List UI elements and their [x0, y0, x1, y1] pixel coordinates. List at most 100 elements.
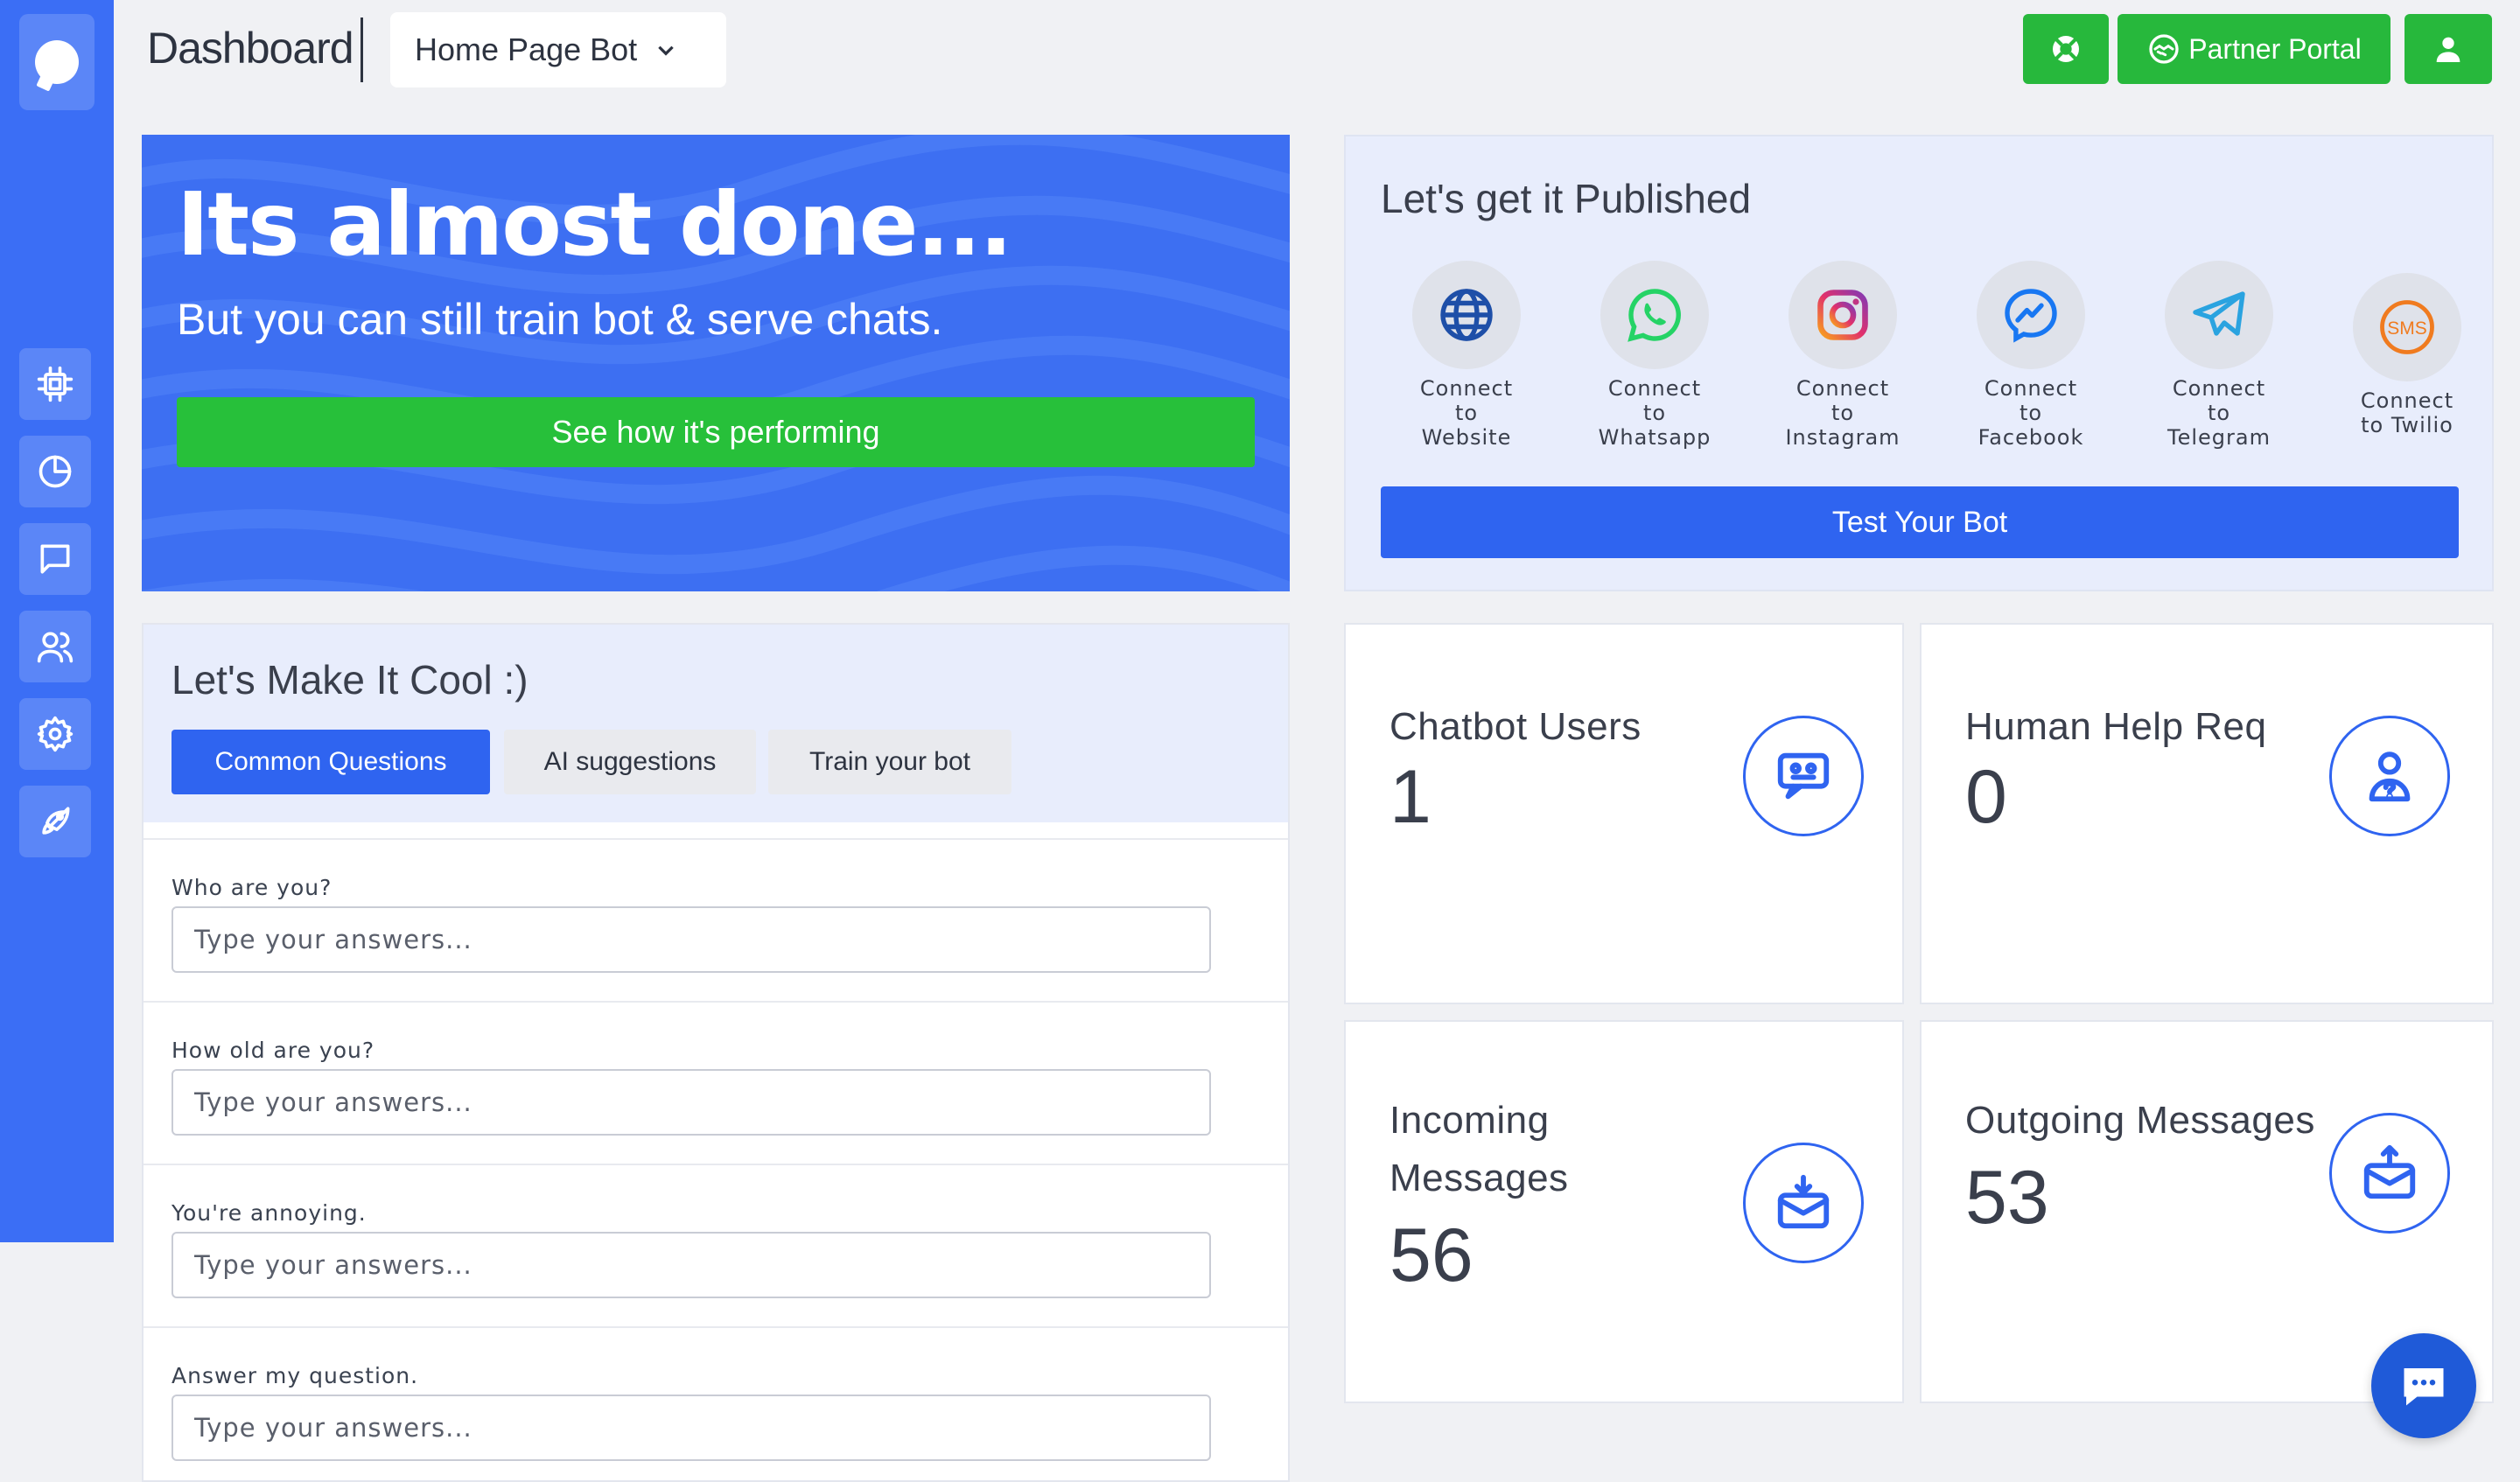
stat-card-human-help: Human Help Req 0: [1920, 623, 2494, 1004]
bot-chat-icon: [1777, 752, 1830, 800]
sidebar-item-analytics[interactable]: [19, 436, 91, 507]
publish-title: Let's get it Published: [1381, 176, 1752, 221]
stat-label: Outgoing Messages: [1965, 1099, 2315, 1142]
whatsapp-icon: [1628, 289, 1681, 342]
sidebar-item-launch[interactable]: [19, 786, 91, 857]
chevron-down-icon: [658, 45, 674, 56]
bot-selector-dropdown[interactable]: Home Page Bot: [390, 12, 726, 87]
sidebar-item-bots[interactable]: [19, 348, 91, 420]
answer-input[interactable]: [172, 1069, 1211, 1136]
connect-twilio[interactable]: SMS Connect to Twilio: [2320, 273, 2495, 437]
svg-text:SMS: SMS: [2387, 318, 2427, 339]
channel-label: Connect to Website: [1419, 376, 1514, 450]
hero-subtitle: But you can still train bot & serve chat…: [177, 295, 943, 344]
question-label: How old are you?: [172, 1038, 375, 1063]
qa-item: Who are you?: [144, 838, 1288, 1001]
inbox-out-icon: [2363, 1144, 2416, 1199]
sidebar: [0, 0, 114, 1242]
sidebar-item-chats[interactable]: [19, 523, 91, 595]
support-button[interactable]: [2023, 14, 2109, 84]
answer-input[interactable]: [172, 906, 1211, 973]
channel-icon-wrap: [1788, 261, 1897, 369]
chat-icon: [40, 544, 70, 574]
stat-label: Human Help Req: [1965, 705, 2267, 748]
connect-whatsapp[interactable]: Connect to Whatsapp: [1567, 261, 1742, 450]
tab-train-bot[interactable]: Train your bot: [768, 730, 1012, 794]
qa-item: How old are you?: [144, 1001, 1288, 1164]
channel-label: Connect to Instagram: [1785, 376, 1900, 450]
bot-selector-label: Home Page Bot: [415, 31, 638, 67]
sidebar-item-users[interactable]: [19, 611, 91, 682]
partner-portal-button[interactable]: Partner Portal: [2118, 14, 2390, 84]
user-icon: [2436, 37, 2460, 62]
connect-facebook[interactable]: Connect to Facebook: [1943, 261, 2118, 450]
stat-icon-wrap: [1743, 716, 1864, 836]
question-label: Who are you?: [172, 875, 332, 900]
connect-website[interactable]: Connect to Website: [1379, 261, 1554, 450]
sms-icon: SMS: [2380, 300, 2434, 354]
stat-card-incoming: Incoming Messages 56: [1344, 1020, 1904, 1403]
stat-card-chatbot-users: Chatbot Users 1: [1344, 623, 1904, 1004]
sidebar-item-settings[interactable]: [19, 698, 91, 770]
user-question-icon: [2369, 751, 2411, 802]
channel-list: Connect to Website Connect to Whatsapp C…: [1363, 261, 2492, 453]
question-label: Answer my question.: [172, 1363, 419, 1388]
app-logo[interactable]: [19, 14, 94, 110]
answer-input[interactable]: [172, 1232, 1211, 1298]
users-icon: [37, 632, 74, 663]
training-card: Let's Make It Cool :) Common Questions A…: [142, 623, 1290, 1482]
hero-title: Its almost done...: [177, 173, 1012, 276]
chat-dots-icon: [2404, 1368, 2444, 1406]
connect-instagram[interactable]: Connect to Instagram: [1755, 261, 1930, 450]
question-label: You're annoying.: [172, 1200, 367, 1226]
see-performance-button[interactable]: See how it's performing: [177, 397, 1255, 467]
stat-icon-wrap: [2329, 716, 2450, 836]
inbox-in-icon: [1777, 1174, 1830, 1229]
instagram-icon: [1817, 290, 1868, 340]
stat-label: Incoming Messages: [1390, 1099, 1569, 1199]
rocket-icon: [42, 807, 70, 835]
profile-button[interactable]: [2404, 14, 2492, 84]
lifebuoy-icon: [2053, 36, 2079, 62]
telegram-icon: [2193, 291, 2245, 336]
handshake-icon: [2149, 34, 2179, 64]
channel-label: Connect to Whatsapp: [1598, 376, 1712, 450]
cpu-icon: [37, 366, 74, 402]
stat-value: 1: [1390, 755, 1432, 839]
sidebar-nav: [19, 348, 91, 873]
channel-icon-wrap: [1977, 261, 2085, 369]
test-bot-button[interactable]: Test Your Bot: [1381, 486, 2459, 558]
training-card-header: Let's Make It Cool :) Common Questions A…: [144, 625, 1288, 822]
hero-banner: Its almost done... But you can still tra…: [142, 135, 1290, 591]
channel-icon-wrap: SMS: [2353, 273, 2461, 381]
channel-label: Connect to Facebook: [1978, 376, 2084, 450]
tab-common-questions[interactable]: Common Questions: [172, 730, 490, 794]
stat-value: 0: [1965, 755, 2007, 839]
live-chat-button[interactable]: [2371, 1333, 2476, 1438]
messenger-icon: [2005, 289, 2057, 343]
gear-icon: [37, 716, 74, 752]
stat-icon-wrap: [1743, 1143, 1864, 1263]
stat-value: 56: [1390, 1213, 1474, 1297]
channel-icon-wrap: [1412, 261, 1521, 369]
page-title: Dashboard: [147, 24, 354, 73]
answer-input[interactable]: [172, 1395, 1211, 1461]
stat-value: 53: [1965, 1156, 2049, 1240]
globe-icon: [1440, 289, 1493, 341]
stat-label: Chatbot Users: [1390, 705, 1642, 748]
channel-label: Connect to Telegram: [2167, 376, 2271, 450]
partner-portal-label: Partner Portal: [2188, 32, 2362, 65]
qa-item: You're annoying.: [144, 1164, 1288, 1326]
qa-item: Answer my question.: [144, 1326, 1288, 1480]
training-title: Let's Make It Cool :): [172, 657, 528, 703]
stat-icon-wrap: [2329, 1113, 2450, 1234]
channel-icon-wrap: [1600, 261, 1709, 369]
title-divider: [360, 17, 363, 82]
publish-card: Let's get it Published Connect to Websit…: [1344, 135, 2494, 591]
channel-label: Connect to Twilio: [2360, 388, 2454, 437]
channel-icon-wrap: [2165, 261, 2273, 369]
chat-bubble-logo-icon: [35, 40, 79, 84]
tab-ai-suggestions[interactable]: AI suggestions: [504, 730, 756, 794]
connect-telegram[interactable]: Connect to Telegram: [2132, 261, 2306, 450]
pie-chart-icon: [38, 455, 72, 488]
